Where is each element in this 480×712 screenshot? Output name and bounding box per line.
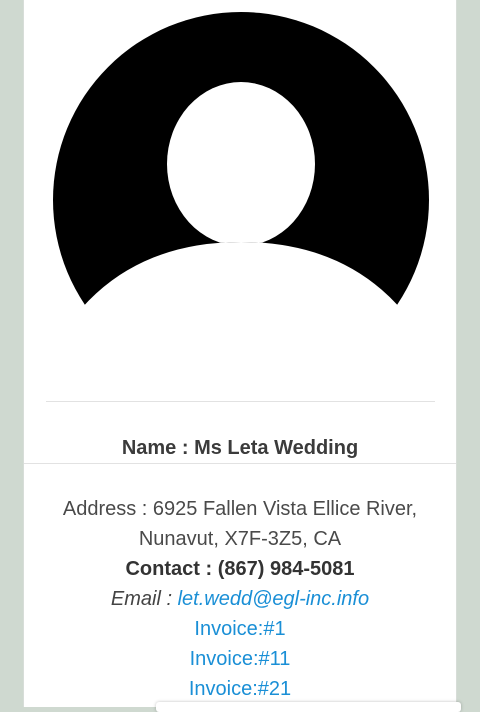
contact-value: (867) 984-5081 [217, 558, 355, 580]
contact-row: Contact : (867) 984-5081 [24, 554, 456, 584]
email-link[interactable]: let.wedd@egl-inc.info [178, 588, 370, 610]
invoice-link-1[interactable]: Invoice:#1 [194, 618, 285, 640]
invoice-row: Invoice:#11 [24, 644, 456, 674]
user-avatar-icon [53, 12, 429, 326]
name-value: Ms Leta Wedding [194, 437, 359, 459]
invoice-link-21[interactable]: Invoice:#21 [189, 678, 291, 700]
profile-card: Name : Ms Leta Wedding Address : 6925 Fa… [23, 0, 457, 707]
contact-label: Contact : [125, 558, 213, 580]
email-label: Email : [110, 588, 173, 610]
avatar-divider [46, 401, 435, 402]
invoice-link-11[interactable]: Invoice:#11 [190, 648, 291, 670]
address-line-1: Address : 6925 Fallen Vista Ellice River… [24, 494, 456, 524]
address-value-1: 6925 Fallen Vista Ellice River, [152, 498, 418, 520]
address-line-2: Nunavut, X7F-3Z5, CA [138, 528, 342, 550]
invoice-row: Invoice:#21 [24, 674, 456, 704]
email-row: Email : let.wedd@egl-inc.info [24, 584, 456, 614]
invoice-row: Invoice:#1 [24, 614, 456, 644]
profile-details: Address : 6925 Fallen Vista Ellice River… [24, 494, 456, 704]
bottom-overlay-bar [156, 702, 461, 712]
name-label: Name : [121, 437, 189, 459]
profile-name: Name : Ms Leta Wedding [24, 435, 456, 461]
address-label: Address : [62, 498, 148, 520]
name-divider [24, 463, 456, 464]
